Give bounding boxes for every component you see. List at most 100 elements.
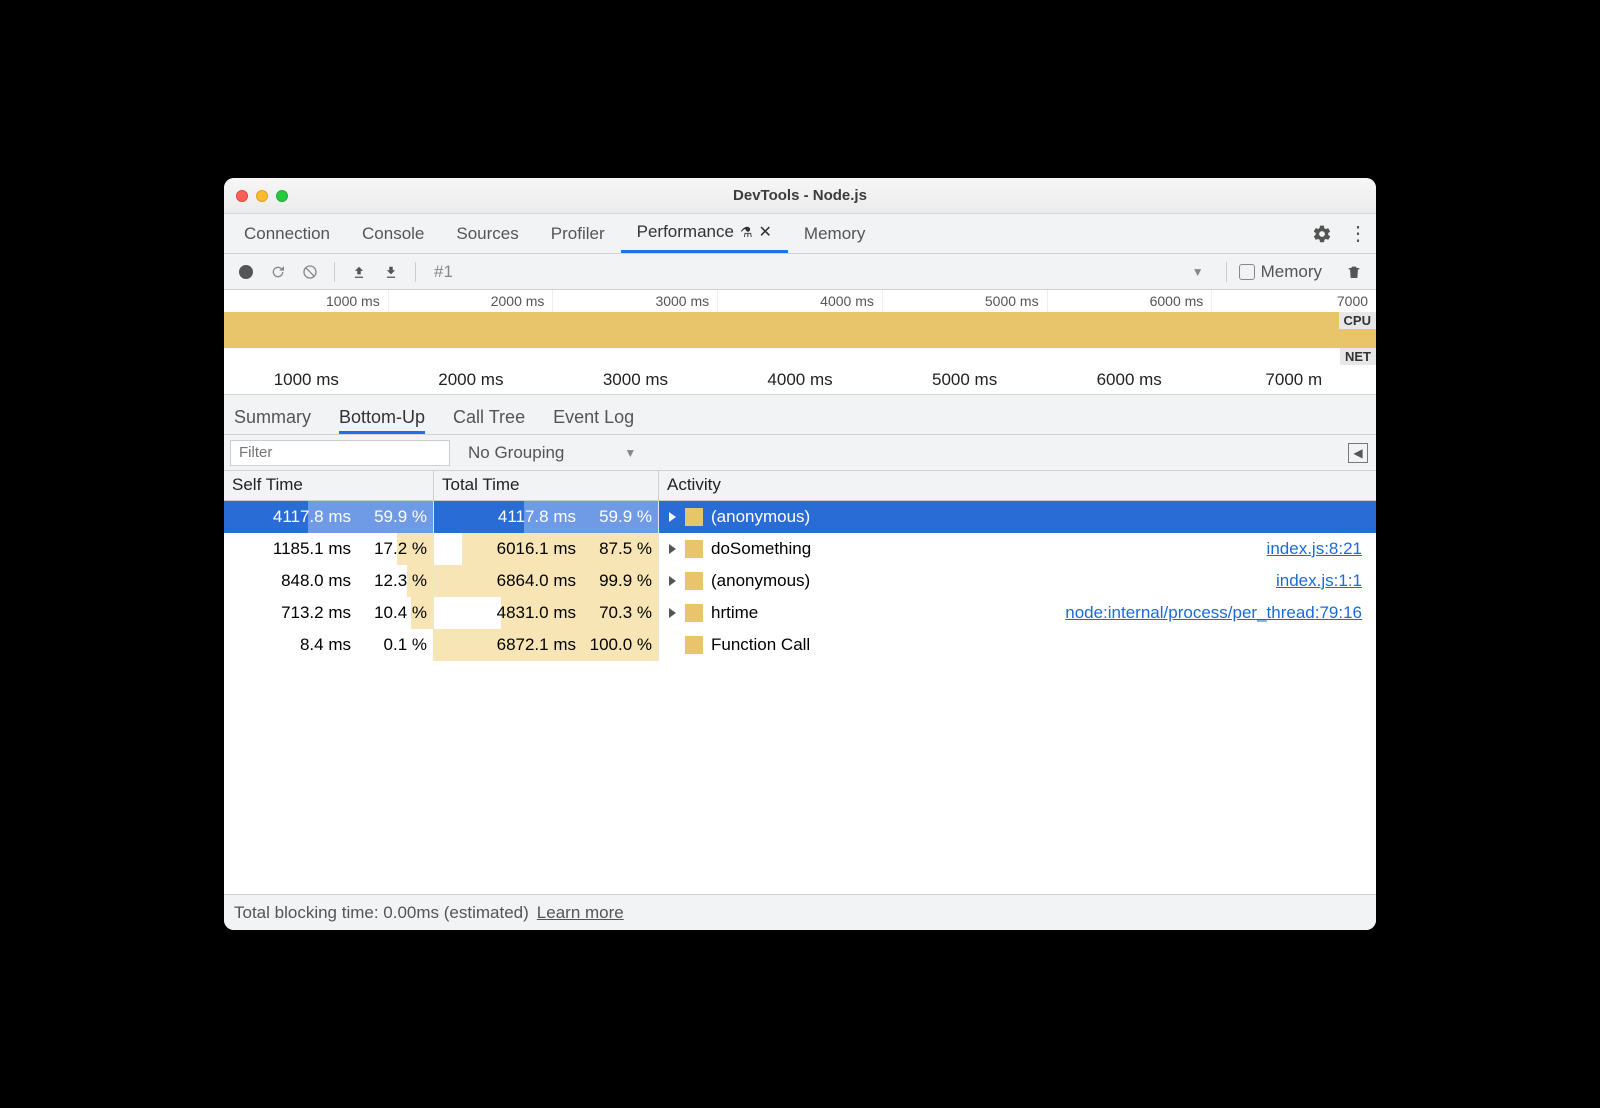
timeline-overview[interactable]: 1000 ms 2000 ms 3000 ms 4000 ms 5000 ms …	[224, 290, 1376, 395]
table-row[interactable]: 1185.1 ms17.2 %6016.1 ms87.5 %doSomethin…	[224, 533, 1376, 565]
cell-self-time: 848.0 ms12.3 %	[224, 565, 434, 597]
save-profile-button[interactable]	[379, 260, 403, 284]
profile-selector[interactable]: #1 ▼	[428, 262, 1214, 282]
header-total-time[interactable]: Total Time	[434, 471, 659, 500]
close-icon[interactable]: ✕	[759, 222, 772, 242]
grouping-dropdown[interactable]: No Grouping ▼	[468, 443, 636, 463]
gc-button[interactable]	[1342, 260, 1366, 284]
devtools-window: DevTools - Node.js Connection Console So…	[224, 178, 1376, 930]
memory-checkbox-label: Memory	[1261, 262, 1322, 282]
table-row[interactable]: 713.2 ms10.4 %4831.0 ms70.3 % hrtime node:…	[224, 597, 1376, 629]
net-strip: NET	[224, 348, 1376, 366]
learn-more-link[interactable]: Learn more	[537, 903, 624, 923]
cell-total-time: 4831.0 ms70.3 %	[434, 597, 659, 629]
record-button[interactable]	[234, 260, 258, 284]
tick: 4000 ms	[718, 290, 883, 312]
table-row[interactable]: 848.0 ms12.3 %6864.0 ms99.9 %(anonymous)…	[224, 565, 1376, 597]
tick: 4000 ms	[718, 366, 883, 394]
net-label: NET	[1340, 348, 1376, 365]
overview-ticks-top: 1000 ms 2000 ms 3000 ms 4000 ms 5000 ms …	[224, 290, 1376, 312]
tab-connection[interactable]: Connection	[228, 214, 346, 253]
header-activity[interactable]: Activity	[659, 471, 1376, 500]
expand-icon[interactable]	[667, 576, 677, 586]
upload-icon	[352, 264, 366, 280]
tick: 5000 ms	[883, 290, 1048, 312]
tab-performance-label: Performance	[637, 222, 734, 242]
cell-total-time: 6872.1 ms100.0 %	[434, 629, 659, 661]
cell-activity: Function Call	[659, 629, 1376, 661]
cell-activity: (anonymous) index.js:1:1	[659, 565, 1376, 597]
cpu-strip: CPU	[224, 312, 1376, 348]
tab-memory[interactable]: Memory	[788, 214, 881, 253]
tab-sources[interactable]: Sources	[440, 214, 534, 253]
tick: 2000 ms	[389, 366, 554, 394]
panel-icon: ◀	[1353, 446, 1362, 460]
cpu-label: CPU	[1339, 312, 1376, 329]
panel-tabs: Connection Console Sources Profiler Perf…	[224, 214, 1376, 254]
titlebar: DevTools - Node.js	[224, 178, 1376, 214]
load-profile-button[interactable]	[347, 260, 371, 284]
subtab-bottom-up[interactable]: Bottom-Up	[339, 407, 425, 434]
tick: 3000 ms	[553, 366, 718, 394]
cell-self-time: 713.2 ms10.4 %	[224, 597, 434, 629]
tab-profiler[interactable]: Profiler	[535, 214, 621, 253]
filter-input[interactable]	[230, 440, 450, 466]
checkbox-icon	[1239, 264, 1255, 280]
source-link[interactable]: index.js:1:1	[1276, 571, 1362, 591]
table-row[interactable]: 8.4 ms0.1 %6872.1 ms100.0 % Function Call	[224, 629, 1376, 661]
activity-name: Function Call	[711, 635, 810, 655]
window-title: DevTools - Node.js	[224, 187, 1376, 204]
more-button[interactable]: ⋮	[1340, 214, 1376, 253]
table-row[interactable]: 4117.8 ms59.9 %4117.8 ms59.9 % (anonymous…	[224, 501, 1376, 533]
expand-icon[interactable]	[667, 544, 677, 554]
subtab-summary[interactable]: Summary	[234, 407, 311, 434]
activity-name: (anonymous)	[711, 571, 810, 591]
cell-activity: hrtime node:internal/process/per_thread:7…	[659, 597, 1376, 629]
source-link[interactable]: index.js:8:21	[1267, 539, 1362, 559]
clear-button[interactable]	[298, 260, 322, 284]
status-bar: Total blocking time: 0.00ms (estimated) …	[224, 894, 1376, 930]
settings-button[interactable]	[1304, 214, 1340, 253]
maximize-window-button[interactable]	[276, 190, 288, 202]
minimize-window-button[interactable]	[256, 190, 268, 202]
expand-icon[interactable]	[667, 608, 677, 618]
window-controls	[236, 190, 288, 202]
subtab-call-tree[interactable]: Call Tree	[453, 407, 525, 434]
cell-self-time: 4117.8 ms59.9 %	[224, 501, 434, 533]
cell-total-time: 4117.8 ms59.9 %	[434, 501, 659, 533]
perf-toolbar: #1 ▼ Memory	[224, 254, 1376, 290]
download-icon	[384, 264, 398, 280]
expand-icon[interactable]	[667, 512, 677, 522]
activity-name: hrtime	[711, 603, 758, 623]
table-header: Self Time Total Time Activity	[224, 471, 1376, 501]
cell-activity: doSomething index.js:8:21	[659, 533, 1376, 565]
activity-name: (anonymous)	[711, 507, 810, 527]
activity-name: doSomething	[711, 539, 811, 559]
tick: 1000 ms	[224, 290, 389, 312]
reload-button[interactable]	[266, 260, 290, 284]
record-icon	[238, 264, 254, 280]
header-self-time[interactable]: Self Time	[224, 471, 434, 500]
close-window-button[interactable]	[236, 190, 248, 202]
script-icon	[685, 636, 703, 654]
source-link[interactable]: node:internal/process/per_thread:79:16	[1065, 603, 1362, 623]
side-panel-toggle[interactable]: ◀	[1348, 443, 1368, 463]
overview-ticks-bottom: 1000 ms 2000 ms 3000 ms 4000 ms 5000 ms …	[224, 366, 1376, 394]
tick: 2000 ms	[389, 290, 554, 312]
flask-icon: ⚗	[740, 224, 753, 241]
script-icon	[685, 540, 703, 558]
subtab-event-log[interactable]: Event Log	[553, 407, 634, 434]
cell-self-time: 8.4 ms0.1 %	[224, 629, 434, 661]
tick: 7000	[1212, 290, 1376, 312]
script-icon	[685, 508, 703, 526]
memory-checkbox[interactable]: Memory	[1239, 262, 1322, 282]
tab-console[interactable]: Console	[346, 214, 440, 253]
tab-performance[interactable]: Performance ⚗ ✕	[621, 214, 788, 253]
script-icon	[685, 572, 703, 590]
grouping-label: No Grouping	[468, 443, 564, 463]
cell-total-time: 6016.1 ms87.5 %	[434, 533, 659, 565]
ban-icon	[302, 264, 318, 280]
blocking-time-text: Total blocking time: 0.00ms (estimated)	[234, 903, 529, 923]
filter-row: No Grouping ▼ ◀	[224, 435, 1376, 471]
cell-activity: (anonymous)	[659, 501, 1376, 533]
